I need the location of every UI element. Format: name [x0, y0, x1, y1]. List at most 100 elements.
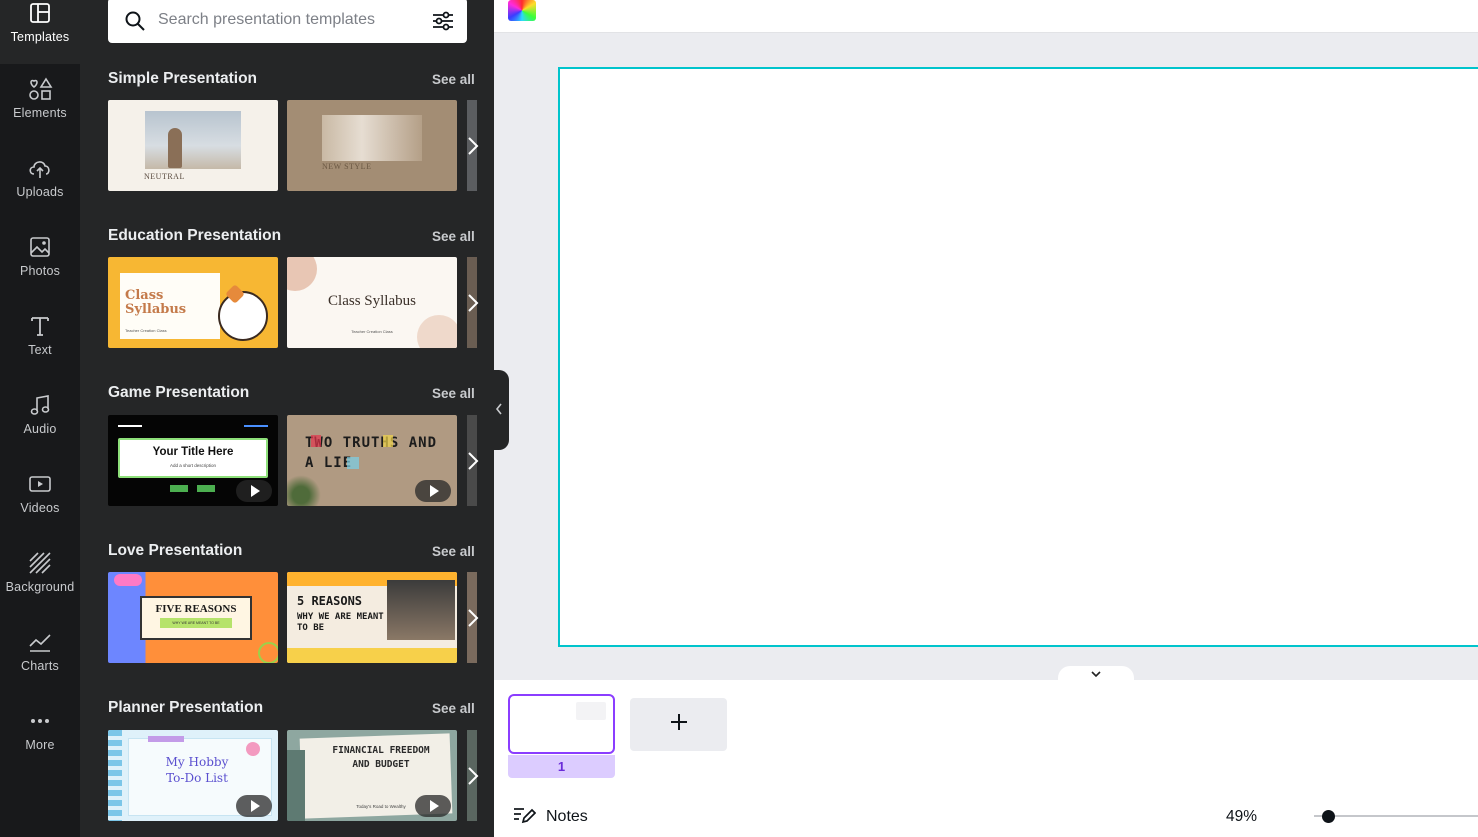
chevron-down-icon — [1090, 667, 1102, 681]
template-title: FINANCIAL FREEDOM AND BUDGET — [332, 745, 430, 770]
rail-label: Uploads — [16, 185, 64, 199]
rail-item-uploads[interactable]: Uploads — [0, 143, 80, 215]
carousel-next-arrow[interactable] — [464, 604, 482, 632]
rail-item-text[interactable]: Text — [0, 301, 80, 373]
decor-button — [197, 485, 215, 492]
template-subtitle: Teacher Creation Class — [351, 329, 393, 334]
decor-strip — [148, 736, 184, 742]
rail-item-videos[interactable]: Videos — [0, 459, 80, 531]
statue-silhouette — [287, 750, 305, 821]
add-page-button[interactable] — [630, 698, 727, 751]
template-title: Class Syllabus — [125, 288, 187, 317]
notes-label: Notes — [546, 808, 588, 825]
carousel-next-arrow[interactable] — [464, 289, 482, 317]
rail-item-charts[interactable]: Charts — [0, 617, 80, 689]
hide-pages-toggle[interactable] — [1058, 666, 1134, 682]
template-search-bar[interactable]: Search presentation templates — [108, 0, 467, 43]
section-title: Simple Presentation — [108, 70, 258, 87]
carousel-next-arrow[interactable] — [464, 762, 482, 790]
page-thumbnail[interactable] — [508, 694, 615, 754]
title-card — [118, 438, 268, 478]
template-title: NEW STYLE — [322, 162, 372, 171]
template-title: FIVE REASONS — [155, 603, 237, 615]
see-all-link[interactable]: See all — [432, 386, 475, 401]
template-title: 5 REASONS — [297, 594, 363, 608]
fern-decoration — [287, 475, 321, 506]
ransom-letter-bg — [383, 435, 393, 447]
decor-sticker — [114, 574, 142, 586]
see-all-link[interactable]: See all — [432, 701, 475, 716]
rail-item-background[interactable]: Background — [0, 538, 80, 610]
ransom-letter-bg — [311, 435, 321, 447]
chevron-left-icon — [495, 402, 503, 418]
zoom-slider-track[interactable] — [1314, 815, 1478, 817]
uploads-icon — [27, 155, 53, 181]
section-title: Planner Presentation — [108, 699, 264, 716]
see-all-link[interactable]: See all — [432, 72, 475, 87]
template-title: Class Syllabus — [328, 293, 416, 309]
filter-icon[interactable] — [431, 9, 455, 38]
rail-item-elements[interactable]: Elements — [0, 64, 80, 136]
zoom-percentage[interactable]: 49% — [1226, 808, 1257, 826]
template-thumbnail[interactable]: Class Syllabus Teacher Creation Class — [108, 257, 278, 348]
template-thumbnail[interactable]: Class Syllabus Teacher Creation Class — [287, 257, 457, 348]
page-thumbnail-preview — [576, 702, 606, 720]
template-title: TWO TRUTHS AND A LIE — [305, 435, 438, 471]
side-rail: Templates Elements Uploads Photos Text A… — [0, 0, 80, 837]
search-icon — [124, 10, 146, 37]
photos-icon — [27, 234, 53, 260]
rail-item-templates[interactable]: Templates — [0, 0, 80, 64]
zoom-slider-handle[interactable] — [1322, 810, 1335, 823]
see-all-link[interactable]: See all — [432, 544, 475, 559]
rail-label: Text — [28, 343, 52, 357]
template-subtitle: Add a short description — [169, 463, 217, 468]
ransom-letter-bg — [347, 457, 359, 469]
template-thumbnail[interactable]: NEW STYLE — [287, 100, 457, 191]
template-subtitle: WHY WE ARE MEANT TO BE — [297, 612, 384, 633]
rail-item-photos[interactable]: Photos — [0, 222, 80, 294]
rail-label: Templates — [10, 30, 70, 44]
decor-circle — [287, 257, 317, 291]
carousel-next-arrow[interactable] — [464, 447, 482, 475]
section-title: Education Presentation — [108, 227, 282, 244]
decor-strip — [287, 648, 457, 663]
notes-icon — [512, 805, 537, 830]
template-thumbnail[interactable]: FINANCIAL FREEDOM AND BUDGET Today's Roa… — [287, 730, 457, 821]
rail-label: More — [25, 738, 55, 752]
template-title: Your Title Here — [152, 446, 234, 458]
search-input[interactable]: Search presentation templates — [158, 11, 375, 29]
play-icon — [236, 480, 272, 502]
template-thumbnail[interactable]: TWO TRUTHS AND A LIE — [287, 415, 457, 506]
see-all-link[interactable]: See all — [432, 229, 475, 244]
design-page-canvas[interactable] — [558, 67, 1478, 647]
cat-illustration — [218, 291, 268, 341]
template-thumbnail[interactable]: NEUTRAL — [108, 100, 278, 191]
carousel-next-arrow[interactable] — [464, 132, 482, 160]
template-thumbnail[interactable]: My Hobby To-Do List — [108, 730, 278, 821]
charts-icon — [27, 629, 53, 655]
text-icon — [27, 313, 53, 339]
decor-swirl — [258, 642, 278, 663]
editor-app: Templates Elements Uploads Photos Text A… — [0, 0, 1478, 837]
rail-label: Elements — [13, 106, 67, 120]
elements-icon — [27, 76, 53, 102]
template-thumbnail[interactable]: 5 REASONS WHY WE ARE MEANT TO BE — [287, 572, 457, 663]
rail-label: Charts — [20, 659, 60, 673]
flower-sticker — [246, 742, 260, 756]
rail-item-more[interactable]: More — [0, 696, 80, 768]
rail-label: Videos — [20, 501, 60, 515]
collapse-panel-handle[interactable] — [489, 370, 509, 450]
more-icon — [27, 708, 53, 734]
templates-panel: Search presentation templates Simple Pre… — [80, 0, 494, 837]
background-icon — [27, 550, 53, 576]
notes-button[interactable]: Notes — [512, 805, 588, 829]
decor-line — [244, 425, 268, 427]
template-subtitle: WHY WE ARE MEANT TO BE — [160, 618, 232, 628]
play-icon — [236, 795, 272, 817]
color-picker-icon[interactable] — [508, 0, 536, 21]
template-thumbnail[interactable]: FIVE REASONS WHY WE ARE MEANT TO BE — [108, 572, 278, 663]
template-thumbnail[interactable]: Your Title Here Add a short description — [108, 415, 278, 506]
template-title: My Hobby To-Do List — [165, 755, 229, 785]
rail-item-audio[interactable]: Audio — [0, 380, 80, 452]
play-icon — [415, 795, 451, 817]
